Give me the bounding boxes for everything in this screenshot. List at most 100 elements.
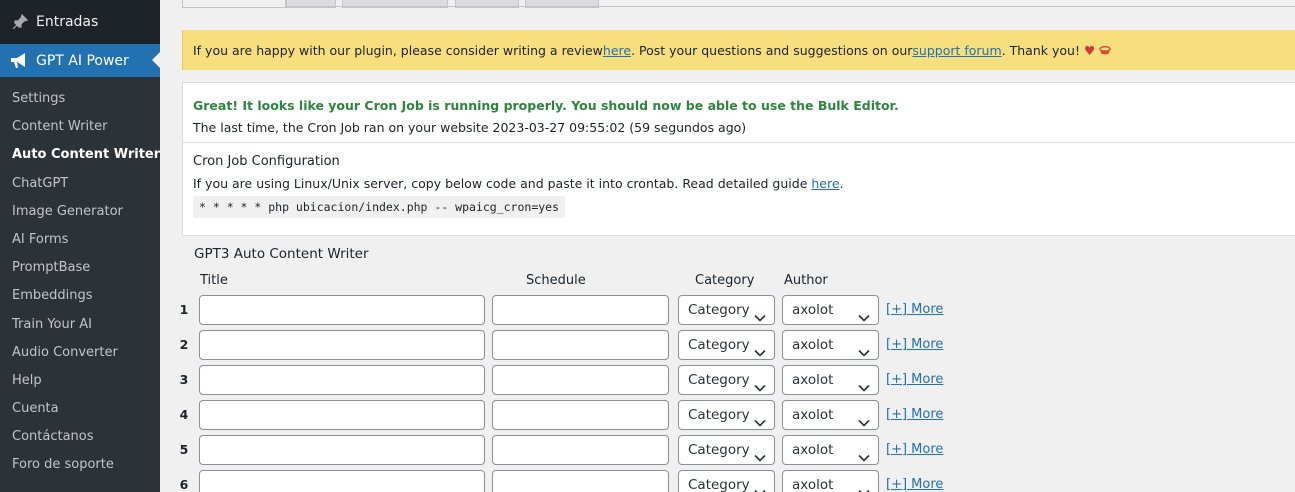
schedule-input[interactable]	[492, 470, 669, 492]
schedule-input[interactable]	[492, 330, 669, 360]
author-value: axolot	[792, 337, 834, 353]
sidebar-item-entradas[interactable]: Entradas	[0, 0, 160, 44]
guide-end: .	[839, 176, 844, 191]
sidebar-subitem[interactable]: Help	[0, 367, 160, 395]
cron-config-title: Cron Job Configuration	[193, 154, 340, 169]
cron-success-message: Great! It looks like your Cron Job is ru…	[193, 98, 899, 113]
table-row: 2 Category axolot [+] More	[160, 330, 960, 360]
category-select[interactable]: Category	[678, 295, 775, 325]
schedule-input[interactable]	[492, 365, 669, 395]
category-select[interactable]: Category	[678, 470, 775, 492]
row-number: 1	[179, 302, 189, 317]
notice-text: . Thank you!	[1001, 42, 1080, 58]
row-number: 2	[179, 337, 189, 352]
sidebar-subitem[interactable]: Content Writer	[0, 113, 160, 141]
column-header-author: Author	[784, 273, 828, 288]
author-select[interactable]: axolot	[782, 435, 879, 465]
schedule-input[interactable]	[492, 400, 669, 430]
category-value: Category	[688, 407, 750, 423]
more-link[interactable]: [+] More	[886, 337, 943, 352]
title-input[interactable]	[199, 400, 485, 430]
sidebar-subitem[interactable]: Audio Converter	[0, 339, 160, 367]
support-forum-link[interactable]: support forum	[912, 43, 1001, 58]
author-select[interactable]: axolot	[782, 295, 879, 325]
category-select[interactable]: Category	[678, 365, 775, 395]
sidebar-subitem[interactable]: Embeddings	[0, 282, 160, 310]
cron-last-run: The last time, the Cron Job ran on your …	[193, 120, 747, 135]
row-number: 4	[179, 407, 189, 422]
chevron-down-icon	[858, 340, 870, 357]
schedule-input[interactable]	[492, 295, 669, 325]
sidebar-subitem[interactable]: Contáctanos	[0, 423, 160, 451]
author-value: axolot	[792, 407, 834, 423]
cron-guide-text: If you are using Linux/Unix server, copy…	[193, 176, 844, 191]
table-row: 4 Category axolot [+] More	[160, 400, 960, 430]
chevron-down-icon	[754, 410, 766, 427]
more-link[interactable]: [+] More	[886, 407, 943, 422]
schedule-input[interactable]	[492, 435, 669, 465]
sidebar-subitem[interactable]: Train Your AI	[0, 311, 160, 339]
title-input[interactable]	[199, 365, 485, 395]
sidebar-item-label: Entradas	[36, 14, 99, 30]
admin-sidebar: Entradas GPT AI Power Settings Content Wr…	[0, 0, 160, 492]
review-notice: If you are happy with our plugin, please…	[182, 30, 1295, 70]
sidebar-subitem[interactable]: ChatGPT	[0, 170, 160, 198]
main-content: If you are happy with our plugin, please…	[160, 0, 1295, 492]
author-select[interactable]: axolot	[782, 470, 879, 492]
row-number: 6	[179, 477, 189, 492]
sidebar-subitem[interactable]: AI Forms	[0, 226, 160, 254]
category-value: Category	[688, 302, 750, 318]
category-value: Category	[688, 337, 750, 353]
chevron-down-icon	[858, 445, 870, 462]
category-value: Category	[688, 372, 750, 388]
chevron-down-icon	[754, 340, 766, 357]
chevron-down-icon	[754, 480, 766, 492]
table-row: 5 Category axolot [+] More	[160, 435, 960, 465]
megaphone-icon	[8, 50, 30, 72]
category-select[interactable]: Category	[678, 435, 775, 465]
sidebar-item-label: GPT AI Power	[36, 52, 129, 69]
title-input[interactable]	[199, 435, 485, 465]
table-row: 3 Category axolot [+] More	[160, 365, 960, 395]
tab-active[interactable]	[182, 0, 286, 8]
heart-icon: ♥	[1083, 42, 1096, 58]
sidebar-subitem[interactable]: PromptBase	[0, 254, 160, 282]
divider	[183, 142, 1295, 143]
category-value: Category	[688, 477, 750, 492]
sidebar-subitem[interactable]: Image Generator	[0, 198, 160, 226]
review-link[interactable]: here	[603, 43, 631, 58]
category-select[interactable]: Category	[678, 330, 775, 360]
guide-link[interactable]: here	[811, 176, 839, 191]
title-input[interactable]	[199, 295, 485, 325]
sidebar-subitem[interactable]: Auto Content Writer	[0, 141, 160, 169]
title-input[interactable]	[199, 330, 485, 360]
guide-text: If you are using Linux/Unix server, copy…	[193, 176, 812, 191]
author-select[interactable]: axolot	[782, 330, 879, 360]
more-link[interactable]: [+] More	[886, 477, 943, 492]
more-link[interactable]: [+] More	[886, 302, 943, 317]
chevron-down-icon	[858, 305, 870, 322]
tab-divider	[286, 6, 1295, 7]
chevron-down-icon	[754, 305, 766, 322]
sidebar-item-gpt-ai-power[interactable]: GPT AI Power	[0, 44, 160, 77]
title-input[interactable]	[199, 470, 485, 492]
category-select[interactable]: Category	[678, 400, 775, 430]
author-select[interactable]: axolot	[782, 365, 879, 395]
column-header-title: Title	[200, 273, 228, 288]
sidebar-subitem[interactable]: Cuenta	[0, 395, 160, 423]
form-title: GPT3 Auto Content Writer	[194, 246, 369, 262]
sidebar-subitem[interactable]: Settings	[0, 85, 160, 113]
table-row: 6 Category axolot [+] More	[160, 470, 960, 492]
category-value: Category	[688, 442, 750, 458]
more-link[interactable]: [+] More	[886, 372, 943, 387]
column-header-schedule: Schedule	[526, 273, 586, 288]
row-number: 5	[179, 442, 189, 457]
notice-text: . Post your questions and suggestions on…	[631, 42, 913, 58]
sidebar-subitem[interactable]: Foro de soporte	[0, 451, 160, 479]
author-value: axolot	[792, 302, 834, 318]
author-value: axolot	[792, 477, 834, 492]
author-select[interactable]: axolot	[782, 400, 879, 430]
pin-icon	[10, 12, 30, 32]
author-value: axolot	[792, 372, 834, 388]
more-link[interactable]: [+] More	[886, 442, 943, 457]
